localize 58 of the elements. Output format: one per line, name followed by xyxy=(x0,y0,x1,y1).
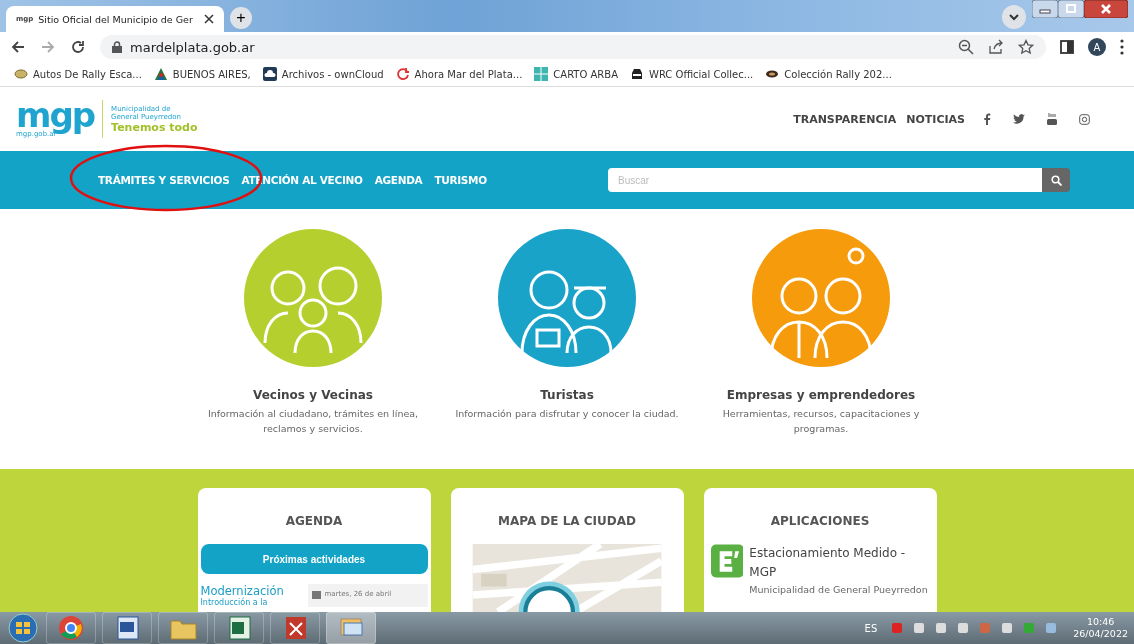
new-tab-button[interactable]: + xyxy=(230,7,252,29)
back-arrow-icon[interactable] xyxy=(10,39,26,55)
app-name-link[interactable]: Estacionamiento Medido - MGP xyxy=(749,544,930,582)
restore-icon[interactable] xyxy=(1058,0,1084,18)
grid-logo-icon xyxy=(534,67,549,81)
app-logo-icon[interactable] xyxy=(710,544,744,578)
facebook-icon[interactable] xyxy=(983,113,991,125)
audience-link[interactable]: Turistas xyxy=(540,388,594,402)
minimize-icon[interactable] xyxy=(1032,0,1058,18)
card-title: AGENDA xyxy=(284,513,344,530)
tab-title: Sitio Oficial del Municipio de Ger xyxy=(38,13,194,25)
card-title: APLICACIONES xyxy=(769,513,871,530)
close-window-icon[interactable] xyxy=(1084,0,1128,18)
card-title: MAPA DE LA CIUDAD xyxy=(496,513,638,530)
bookmark-link[interactable]: WRC Official Collec... xyxy=(649,68,754,80)
star-icon[interactable] xyxy=(1018,39,1034,55)
car-icon xyxy=(630,67,645,81)
bookmark-link[interactable]: Ahora Mar del Plata... xyxy=(414,68,523,80)
header-link[interactable]: TRANSPARENCIA xyxy=(793,112,897,126)
youtube-icon[interactable] xyxy=(1047,113,1057,125)
clock-time[interactable]: 10:46 xyxy=(1086,616,1115,628)
instagram-icon[interactable] xyxy=(1079,113,1090,125)
more-menu-icon[interactable] xyxy=(1120,39,1124,55)
chevron-down-icon[interactable] xyxy=(1002,5,1026,29)
lock-icon xyxy=(112,41,122,53)
close-icon[interactable] xyxy=(204,14,214,24)
tent-icon xyxy=(153,67,168,81)
app-publisher: Municipalidad de General Pueyrredon xyxy=(749,583,929,597)
logo-tagline: Tenemos todo xyxy=(111,120,198,134)
reload-icon[interactable] xyxy=(70,39,86,55)
language-indicator[interactable]: ES xyxy=(864,622,878,634)
twitter-icon[interactable] xyxy=(1013,114,1025,124)
audience-description: Información para disfrutar y conocer la ciudad. xyxy=(455,407,679,421)
people-illustration[interactable] xyxy=(497,228,637,368)
bookmark-link[interactable]: BUENOS AIRES, xyxy=(172,68,251,80)
start-button-icon[interactable] xyxy=(6,613,40,643)
forward-arrow-icon xyxy=(40,39,56,55)
search-field[interactable]: Buscar xyxy=(608,168,1042,192)
zoom-out-icon[interactable] xyxy=(958,39,974,55)
search-icon xyxy=(1050,174,1062,186)
car-badge-icon xyxy=(14,67,28,81)
audience-link[interactable]: Empresas y emprendedores xyxy=(726,388,916,402)
profile-avatar[interactable]: A xyxy=(1088,38,1106,56)
side-panel-icon[interactable] xyxy=(1060,40,1074,54)
cloud-icon xyxy=(262,67,277,81)
audience-description: Herramientas, recursos, capacitaciones y programas. xyxy=(721,407,921,436)
header-link[interactable]: NOTICIAS xyxy=(906,112,965,126)
clock-date[interactable]: 26/04/2022 xyxy=(1073,628,1128,640)
search-button[interactable] xyxy=(1042,168,1070,192)
bookmark-link[interactable]: Autos De Rally Esca... xyxy=(33,68,142,80)
url-text: mardelplata.gob.ar xyxy=(130,39,255,55)
audience-link[interactable]: Vecinos y Vecinas xyxy=(253,388,373,402)
address-field[interactable]: mardelplata.gob.ar xyxy=(100,35,1046,59)
bookmark-link[interactable]: CARTO ARBA xyxy=(553,68,619,80)
bookmark-link[interactable]: Colección Rally 202... xyxy=(784,68,892,80)
audience-description: Información al ciudadano, trámites en línea, reclamos y servicios. xyxy=(206,407,420,436)
share-icon[interactable] xyxy=(988,39,1004,55)
bookmark-link[interactable]: Archivos - ownCloud xyxy=(281,68,384,80)
